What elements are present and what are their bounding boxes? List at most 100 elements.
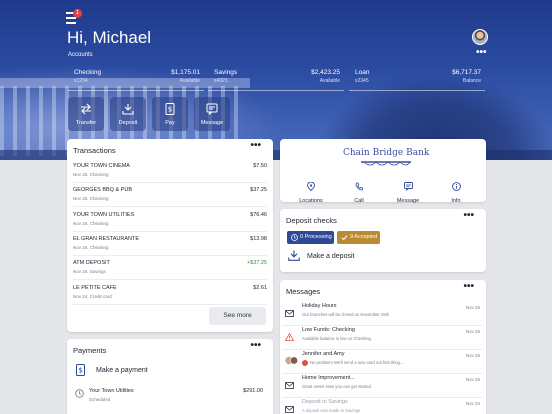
deposit-icon xyxy=(122,104,134,115)
message-title: Low Funds: Checking xyxy=(302,327,355,333)
message-divider xyxy=(282,349,482,350)
menu-button[interactable]: 1 xyxy=(66,9,82,24)
transaction-detail: Nov 25, Checking xyxy=(73,244,109,250)
transactions-card: Transactions ••• YOUR TOWN CINEMA Nov 25,… xyxy=(67,139,273,332)
transaction-row[interactable]: YOUR TOWN CINEMA Nov 25, Checking $7.50 xyxy=(73,159,267,183)
message-row[interactable]: Low Funds: Checking Available balance is … xyxy=(282,327,482,350)
checkmark-icon xyxy=(341,235,348,241)
transaction-row[interactable]: GEORGES BBQ & PUB Nov 25, Checking $37.25 xyxy=(73,183,267,208)
message-row[interactable]: Home Improvement... Great news! Now you c… xyxy=(282,375,482,398)
reply-badge-icon xyxy=(302,360,308,366)
make-deposit-button[interactable]: Make a deposit xyxy=(287,250,477,264)
transaction-amount: $76.46 xyxy=(250,211,267,218)
message-button[interactable]: Message xyxy=(194,97,230,131)
transaction-amount: $37.25 xyxy=(250,187,267,194)
transaction-row[interactable]: EL GRAN RESTAURANTE Nov 25, Checking $13.9… xyxy=(73,232,267,256)
transaction-name: YOUR TOWN CINEMA xyxy=(73,163,130,169)
bank-link-label: Locations xyxy=(299,198,323,204)
message-date: Nov 23 xyxy=(465,401,480,406)
transaction-row[interactable]: LE PETITE CAFE Nov 24, Credit card $2.61 xyxy=(73,281,267,305)
make-payment-button[interactable]: $ Make a payment xyxy=(74,364,269,378)
svg-text:$: $ xyxy=(168,106,172,114)
transaction-name: GEORGES BBQ & PUB xyxy=(73,187,132,194)
bank-link-label: Call xyxy=(354,198,364,204)
transactions-more-icon[interactable]: ••• xyxy=(250,141,261,151)
message-desc: Our branches will be closed on November … xyxy=(302,312,390,317)
account-amount: $1,175.01 xyxy=(171,69,200,76)
info-button[interactable]: Info xyxy=(436,178,476,204)
transaction-amount: $2.61 xyxy=(253,284,267,291)
scheduled-payee: Your Town Utilities xyxy=(89,388,134,394)
transaction-amount: $7.50 xyxy=(253,163,267,169)
see-more-button[interactable]: See more xyxy=(209,307,266,325)
account-sub: Available xyxy=(319,78,340,84)
message-icon xyxy=(403,182,413,191)
payments-card: Payments ••• $ Make a payment Your Town … xyxy=(67,339,273,414)
message-date: Nov 25 xyxy=(465,329,480,334)
accounts-more-icon[interactable]: ••• xyxy=(476,48,487,58)
account-checking[interactable]: Checking x1234 $1,175.01 Available xyxy=(68,66,204,91)
quick-action-label: Transfer xyxy=(75,120,97,126)
deposit-button[interactable]: Deposit xyxy=(110,97,146,131)
quick-action-label: Message xyxy=(200,120,224,126)
message-desc: A deposit was made to Savings xyxy=(302,408,361,413)
menu-icon-bar xyxy=(66,22,76,24)
message-title: Jennifer and Amy xyxy=(302,351,345,357)
locations-button[interactable]: Locations xyxy=(291,178,331,204)
accepted-label: 9 Accepted xyxy=(350,234,378,240)
pay-button[interactable]: $ Pay xyxy=(152,97,188,131)
location-pin-icon xyxy=(307,181,315,192)
envelope-icon xyxy=(285,376,294,394)
info-icon xyxy=(451,182,461,191)
message-title: Deposit to Savings xyxy=(302,399,348,405)
account-savings[interactable]: Savings x4321 $2,423.25 Available xyxy=(208,66,344,91)
transaction-name: ATM DEPOSIT xyxy=(73,260,110,267)
account-sub: Balance xyxy=(462,78,481,84)
phone-icon xyxy=(355,182,363,191)
message-desc: Available balance is low on Checking. xyxy=(302,336,372,341)
account-number: x2345 xyxy=(355,78,369,84)
message-date: Nov 25 xyxy=(465,305,480,310)
transaction-row[interactable]: YOUR TOWN UTILITIES Nov 25, Checking $76.4… xyxy=(73,208,267,232)
message-title: Holiday Hours xyxy=(302,303,337,309)
clock-icon xyxy=(291,234,298,241)
make-payment-label: Make a payment xyxy=(96,367,148,374)
message-date: Nov 25 xyxy=(465,353,480,358)
bank-logo-text: Chain Bridge Bank xyxy=(343,148,430,158)
message-desc: No problem! We'll send a new card out fi… xyxy=(310,360,404,365)
scheduled-payment-row[interactable]: Your Town Utilities Scheduled $291.00 xyxy=(74,386,267,408)
account-amount: $6,717.37 xyxy=(452,69,481,76)
bridge-logo-icon xyxy=(361,161,411,166)
message-divider xyxy=(282,373,482,374)
transaction-row[interactable]: ATM DEPOSIT Nov 25, Savings +$37.25 xyxy=(73,256,267,281)
account-amount: $2,423.25 xyxy=(311,69,340,76)
profile-avatar[interactable] xyxy=(472,29,488,45)
message-row[interactable]: Jennifer and Amy No problem! We'll send a… xyxy=(282,351,482,374)
transfer-button[interactable]: Transfer xyxy=(68,97,104,131)
warning-icon xyxy=(284,328,295,346)
account-loan[interactable]: Loan x2345 $6,717.37 Balance xyxy=(349,66,485,91)
messages-title: Messages xyxy=(286,287,321,296)
clock-icon xyxy=(75,389,84,398)
account-name: Savings xyxy=(214,69,238,76)
accepted-filter[interactable]: 9 Accepted xyxy=(337,231,380,244)
account-name: Loan xyxy=(355,69,370,76)
call-button[interactable]: Call xyxy=(339,178,379,204)
transaction-detail: Nov 25, Checking xyxy=(73,196,109,202)
message-divider xyxy=(282,397,482,398)
message-row[interactable]: Holiday Hours Our branches will be closed… xyxy=(282,303,482,326)
transfer-icon xyxy=(81,103,91,115)
message-title: Home Improvement... xyxy=(302,375,355,381)
bank-link-label: Message xyxy=(396,198,420,204)
deposit-icon xyxy=(288,250,300,261)
transaction-detail: Nov 25, Checking xyxy=(73,172,109,177)
deposit-checks-more-icon[interactable]: ••• xyxy=(463,211,474,221)
bank-message-button[interactable]: Message xyxy=(388,178,428,204)
processing-filter[interactable]: 0 Processing xyxy=(287,231,334,244)
messages-more-icon[interactable]: ••• xyxy=(463,282,474,292)
payments-title: Payments xyxy=(73,346,107,355)
accounts-label: Accounts xyxy=(68,52,93,58)
payments-more-icon[interactable]: ••• xyxy=(250,341,261,351)
message-row[interactable]: Deposit to Savings A deposit was made to … xyxy=(282,399,482,414)
deposit-checks-title: Deposit checks xyxy=(286,216,337,225)
